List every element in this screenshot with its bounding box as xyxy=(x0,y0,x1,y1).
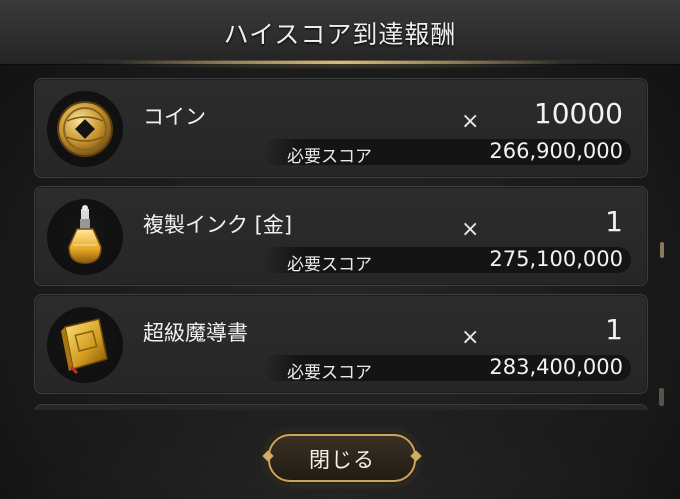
reward-quantity: 1 xyxy=(605,313,623,346)
reward-card: コイン × 10000 必要スコア 266,900,000 xyxy=(34,78,648,178)
reward-list[interactable]: コイン × 10000 必要スコア 266,900,000 複製インク [金] … xyxy=(14,66,662,410)
close-button[interactable]: 閉じる xyxy=(262,434,422,482)
dialog-title: ハイスコア到達報酬 xyxy=(223,20,457,49)
score-label: 必要スコア xyxy=(287,255,372,275)
reward-card: 複製インク [金] × 1 必要スコア 275,100,000 xyxy=(34,186,648,286)
score-label: 必要スコア xyxy=(287,363,372,383)
multiply-sign: × xyxy=(461,325,480,350)
scrollbar-thumb[interactable] xyxy=(660,242,664,258)
reward-name: 超級魔導書 xyxy=(143,321,248,345)
scrollbar-end-marker xyxy=(659,388,664,406)
reward-dialog: ハイスコア到達報酬 コイン × 10000 必要スコア 266,900,000 … xyxy=(0,0,680,499)
required-score: 266,900,000 xyxy=(489,139,623,163)
coin-icon xyxy=(47,91,123,167)
close-button-label: 閉じる xyxy=(309,448,375,472)
reward-name: 複製インク [金] xyxy=(143,213,293,237)
multiply-sign: × xyxy=(461,217,480,242)
multiply-sign: × xyxy=(461,109,480,134)
required-score: 275,100,000 xyxy=(489,247,623,271)
grimoire-icon xyxy=(47,307,123,383)
reward-card: 超級魔導書 × 1 必要スコア 283,400,000 xyxy=(34,294,648,394)
required-score: 283,400,000 xyxy=(489,355,623,379)
score-label: 必要スコア xyxy=(287,147,372,167)
reward-name: コイン xyxy=(143,105,206,129)
ink-bottle-icon xyxy=(47,199,123,275)
reward-quantity: 1 xyxy=(605,205,623,238)
title-bar: ハイスコア到達報酬 xyxy=(0,0,680,70)
reward-quantity: 10000 xyxy=(533,97,623,130)
